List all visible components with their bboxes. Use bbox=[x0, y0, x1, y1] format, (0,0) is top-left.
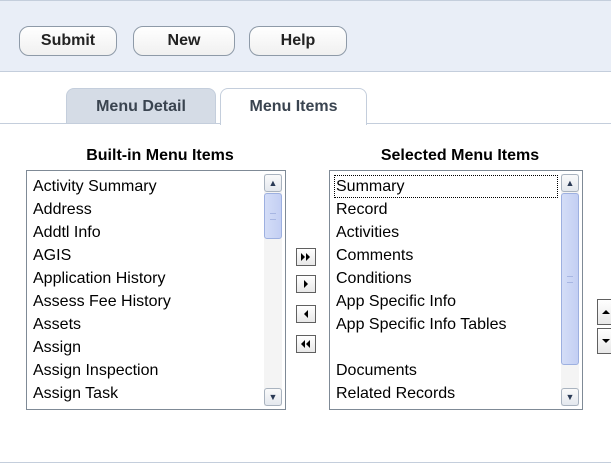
move-left-button[interactable] bbox=[296, 305, 316, 323]
list-item[interactable]: Address bbox=[31, 198, 261, 221]
list-item[interactable]: Assign Inspection bbox=[31, 359, 261, 382]
submit-button[interactable]: Submit bbox=[19, 26, 117, 56]
list-item[interactable]: Addtl Info bbox=[31, 221, 261, 244]
scroll-down-icon[interactable]: ▼ bbox=[561, 388, 579, 406]
move-all-right-icon bbox=[301, 253, 310, 261]
list-item[interactable]: Documents bbox=[334, 359, 558, 382]
tab-menu-items[interactable]: Menu Items bbox=[220, 88, 367, 125]
built-in-menu-items-list[interactable]: Activity Summary Address Addtl Info AGIS… bbox=[26, 170, 286, 410]
selected-items: Summary Record Activities Comments Condi… bbox=[334, 175, 558, 405]
move-right-button[interactable] bbox=[296, 275, 316, 293]
built-in-scrollbar[interactable]: ▲ ▼ bbox=[264, 174, 282, 406]
list-item[interactable]: Assess Fee History bbox=[31, 290, 261, 313]
move-up-button[interactable] bbox=[597, 299, 611, 325]
list-item[interactable]: Record bbox=[334, 198, 558, 221]
list-item[interactable]: Related Records bbox=[334, 382, 558, 405]
list-item[interactable]: AGIS bbox=[31, 244, 261, 267]
help-button[interactable]: Help bbox=[249, 26, 347, 56]
move-all-left-button[interactable] bbox=[296, 335, 316, 353]
list-item[interactable]: Activity Summary bbox=[31, 175, 261, 198]
scroll-thumb[interactable] bbox=[561, 193, 579, 365]
move-down-icon bbox=[602, 339, 610, 343]
selected-heading: Selected Menu Items bbox=[380, 147, 540, 164]
scroll-up-icon[interactable]: ▲ bbox=[561, 174, 579, 192]
list-item[interactable]: App Specific Info bbox=[334, 290, 558, 313]
move-right-icon bbox=[304, 280, 308, 288]
move-left-icon bbox=[304, 310, 308, 318]
list-item[interactable]: Conditions bbox=[334, 267, 558, 290]
list-item[interactable]: Summary bbox=[334, 175, 558, 198]
scroll-up-icon[interactable]: ▲ bbox=[264, 174, 282, 192]
list-item[interactable] bbox=[334, 336, 558, 359]
new-button[interactable]: New bbox=[133, 26, 235, 56]
built-in-items: Activity Summary Address Addtl Info AGIS… bbox=[31, 175, 261, 405]
scroll-thumb[interactable] bbox=[264, 193, 282, 239]
selected-scrollbar[interactable]: ▲ ▼ bbox=[561, 174, 579, 406]
tab-menu-detail[interactable]: Menu Detail bbox=[66, 88, 216, 124]
move-all-right-button[interactable] bbox=[296, 248, 316, 266]
scroll-down-icon[interactable]: ▼ bbox=[264, 388, 282, 406]
list-item[interactable]: Assign Task bbox=[31, 382, 261, 405]
list-item[interactable]: Comments bbox=[334, 244, 558, 267]
move-up-icon bbox=[602, 310, 610, 314]
list-item[interactable]: Activities bbox=[334, 221, 558, 244]
list-item[interactable]: Assets bbox=[31, 313, 261, 336]
move-down-button[interactable] bbox=[597, 328, 611, 354]
list-item[interactable]: Application History bbox=[31, 267, 261, 290]
built-in-heading: Built-in Menu Items bbox=[86, 147, 234, 164]
list-item[interactable]: App Specific Info Tables bbox=[334, 313, 558, 336]
selected-menu-items-list[interactable]: Summary Record Activities Comments Condi… bbox=[329, 170, 583, 410]
move-all-left-icon bbox=[301, 340, 310, 348]
list-item[interactable]: Assign bbox=[31, 336, 261, 359]
